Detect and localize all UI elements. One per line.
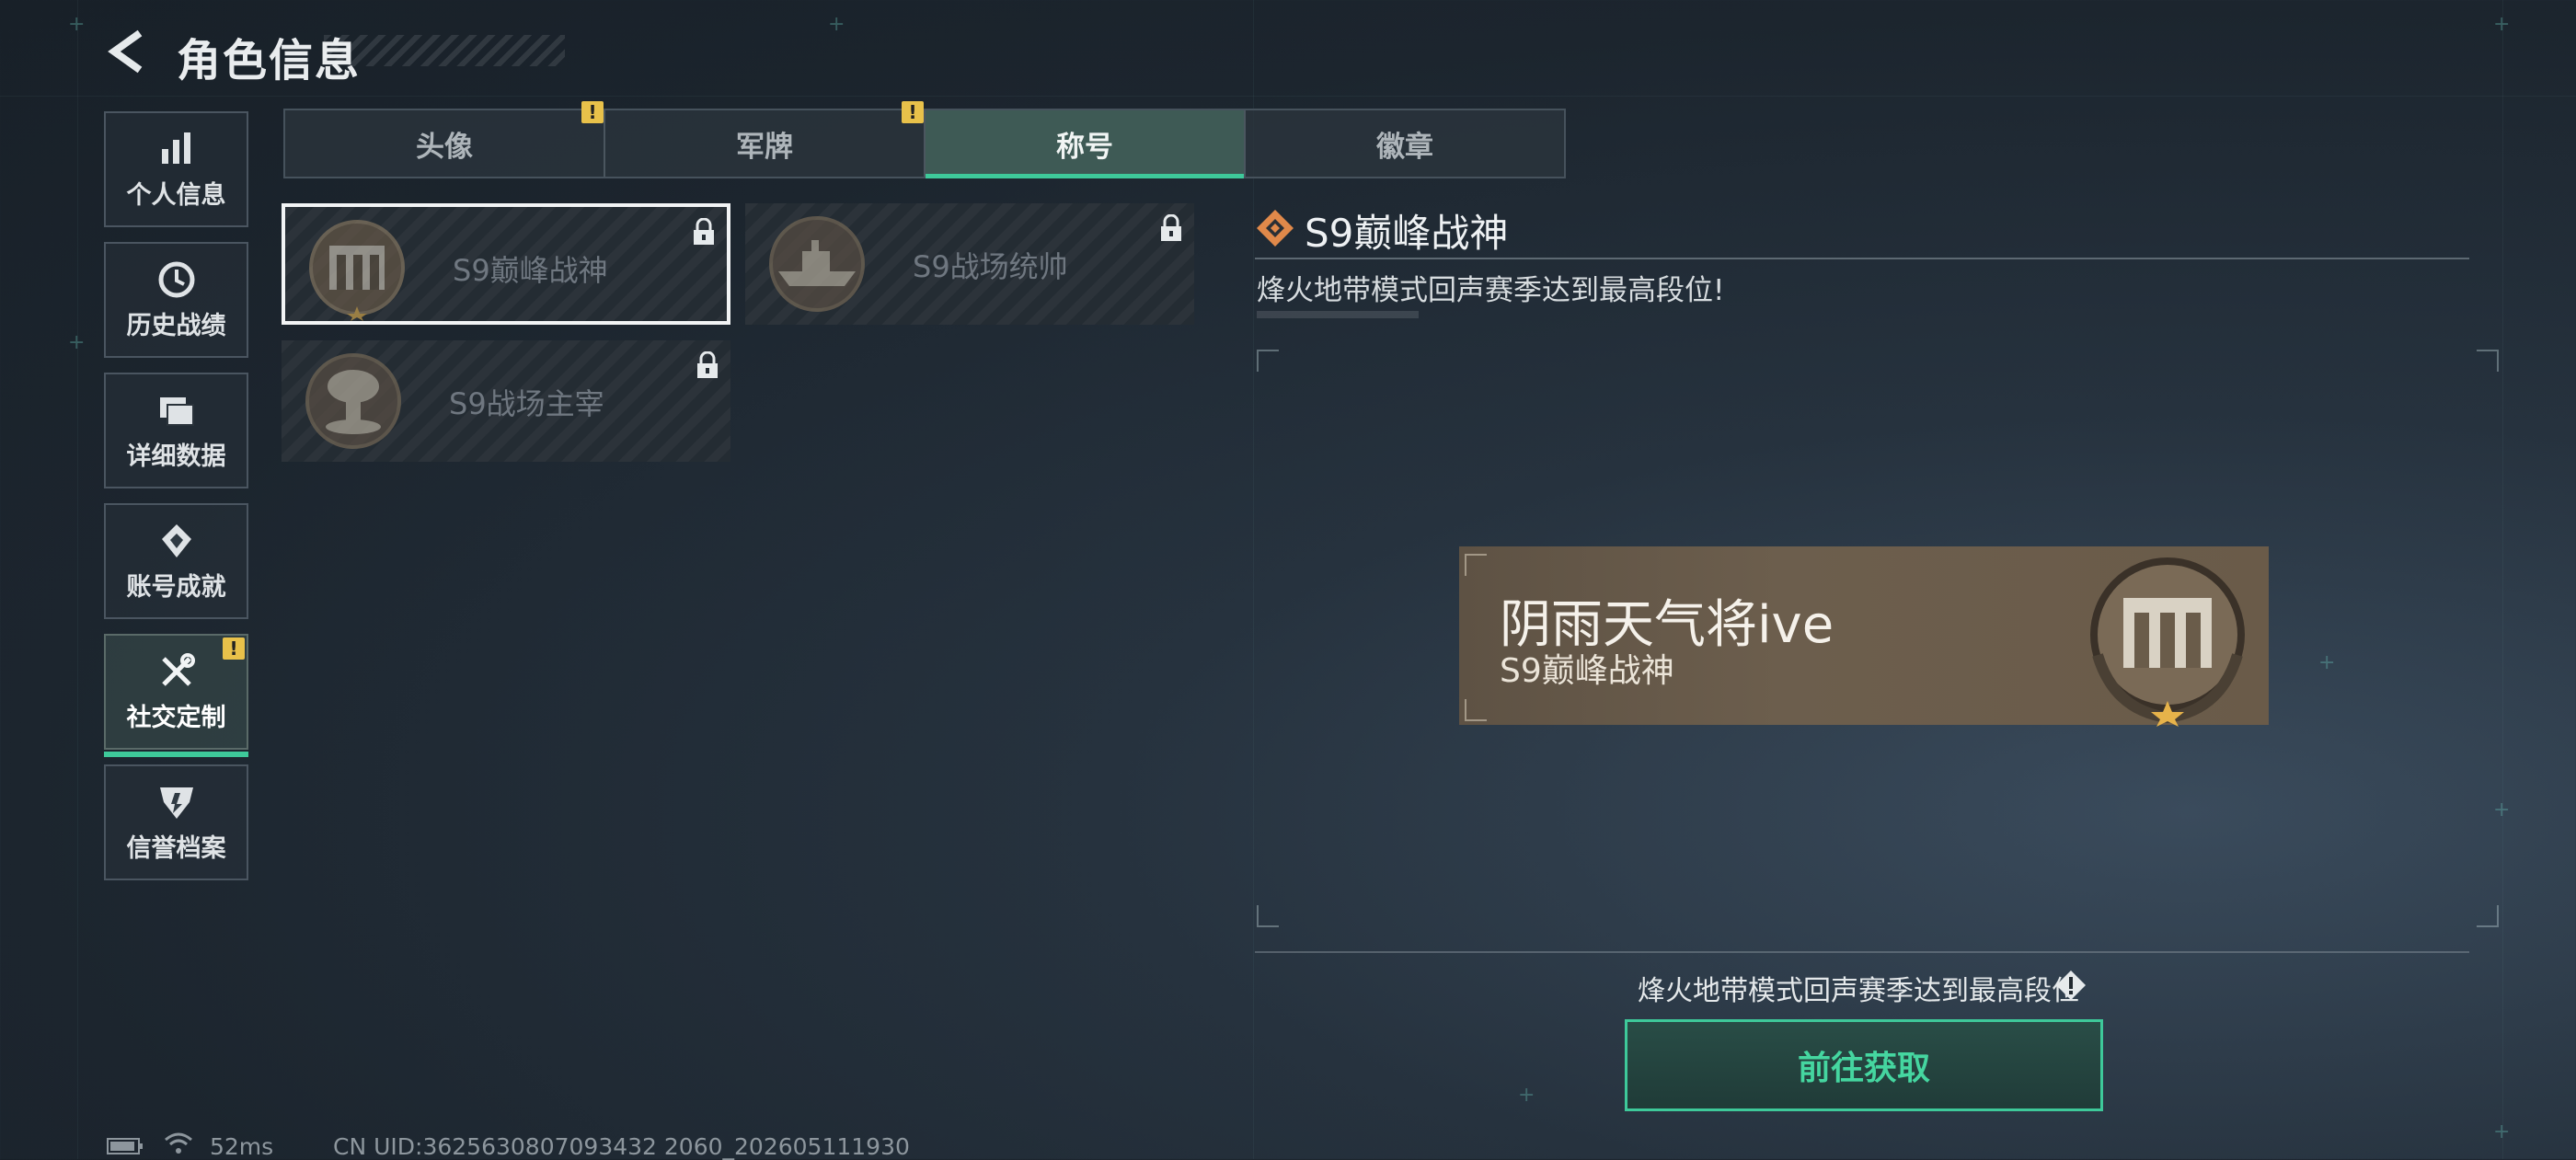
achievement-icon bbox=[161, 523, 191, 557]
sidebar-item-label: 信誉档案 bbox=[126, 833, 226, 863]
unlock-condition: 烽火地带模式回声赛季达到最高段位 bbox=[1638, 975, 2079, 1007]
badge-icon bbox=[159, 787, 193, 819]
medal-icon bbox=[309, 220, 405, 321]
user-uid: CN UID:3625630807093432 2060_20260511193… bbox=[333, 1133, 910, 1160]
tab-label: 军牌 bbox=[736, 130, 793, 164]
divider bbox=[1255, 258, 2469, 259]
medal-icon bbox=[769, 216, 865, 312]
sidebar-item-credit[interactable]: 信誉档案 bbox=[104, 764, 248, 880]
tab-emblem[interactable]: 徽章 bbox=[1246, 110, 1564, 177]
alert-badge: ! bbox=[902, 101, 924, 123]
alert-badge: ! bbox=[223, 637, 245, 660]
title-name: S9战场主宰 bbox=[449, 386, 604, 421]
bar-chart-icon bbox=[161, 132, 190, 164]
battery-icon bbox=[107, 1138, 143, 1154]
frame-corner bbox=[2477, 350, 2499, 372]
alert-badge: ! bbox=[581, 101, 604, 123]
frame-corner bbox=[1465, 554, 1487, 576]
lock-icon bbox=[1161, 214, 1181, 241]
detail-title: S9巅峰战神 bbox=[1305, 211, 1509, 256]
sidebar-item-label: 社交定制 bbox=[126, 703, 226, 732]
title-name: S9战场统帅 bbox=[913, 249, 1068, 284]
frame-corner bbox=[1257, 350, 1279, 372]
clock-icon bbox=[158, 261, 194, 297]
sidebar-item-label: 历史战绩 bbox=[126, 311, 226, 340]
info-icon[interactable] bbox=[2055, 970, 2087, 1001]
tab-bar: 头像 ! 军牌 ! 称号 徽章 bbox=[283, 101, 1566, 178]
ping-value: 52ms bbox=[210, 1133, 274, 1160]
title-card[interactable]: S9战场统帅 bbox=[745, 203, 1194, 325]
tools-icon bbox=[161, 652, 195, 686]
sidebar-item-profile[interactable]: 个人信息 bbox=[104, 111, 248, 227]
title-decoration bbox=[324, 35, 565, 66]
lock-icon bbox=[697, 351, 718, 378]
divider bbox=[1255, 951, 2469, 953]
preview-title-name: S9巅峰战神 bbox=[1500, 652, 1674, 690]
lock-icon bbox=[694, 218, 714, 245]
tab-avatar[interactable]: 头像 ! bbox=[285, 101, 605, 177]
wifi-icon bbox=[165, 1132, 192, 1154]
sidebar-item-label: 账号成就 bbox=[126, 572, 226, 602]
tab-label: 徽章 bbox=[1376, 130, 1433, 164]
frame-corner bbox=[1465, 699, 1487, 721]
sidebar-item-label: 详细数据 bbox=[126, 442, 226, 471]
frame-corner bbox=[2477, 905, 2499, 927]
sidebar-item-history[interactable]: 历史战绩 bbox=[104, 242, 248, 358]
title-card[interactable]: S9巅峰战神 bbox=[282, 203, 730, 325]
title-card[interactable]: S9战场主宰 bbox=[282, 340, 730, 462]
title-rank-icon bbox=[1257, 210, 1294, 247]
go-obtain-button[interactable]: 前往获取 bbox=[1625, 1019, 2103, 1111]
detail-description: 烽火地带模式回声赛季达到最高段位! bbox=[1257, 274, 1725, 307]
tab-title[interactable]: 称号 bbox=[926, 110, 1246, 178]
title-name: S9巅峰战神 bbox=[453, 253, 608, 288]
sidebar-item-label: 个人信息 bbox=[126, 180, 226, 210]
sidebar-item-social-custom[interactable]: 社交定制 ! bbox=[104, 634, 248, 757]
medal-icon bbox=[305, 353, 401, 449]
sidebar-item-achievements[interactable]: 账号成就 bbox=[104, 503, 248, 619]
folder-icon bbox=[159, 396, 194, 426]
back-arrow-icon[interactable] bbox=[103, 28, 151, 75]
tab-label: 称号 bbox=[1056, 130, 1113, 164]
detail-subtext bbox=[1257, 311, 1419, 318]
tab-label: 头像 bbox=[416, 130, 473, 164]
medal-icon bbox=[2090, 557, 2245, 727]
sidebar-item-details[interactable]: 详细数据 bbox=[104, 373, 248, 488]
tab-dogtag[interactable]: 军牌 ! bbox=[605, 101, 926, 177]
frame-corner bbox=[1257, 905, 1279, 927]
